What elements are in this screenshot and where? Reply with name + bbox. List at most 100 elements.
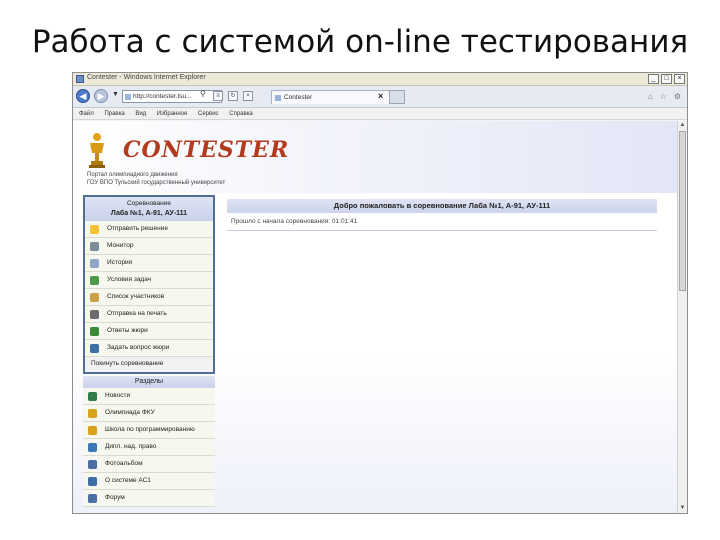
address-toolbar: ◀ ▶ ▼ http://contester.tsu... ⚲ ≡ ↻ × Co… xyxy=(73,86,687,108)
back-button[interactable]: ◀ xyxy=(76,89,90,103)
address-input[interactable]: http://contester.tsu... xyxy=(122,90,222,103)
competition-menu-item-3[interactable]: Условия задач xyxy=(85,272,213,289)
ie-app-icon xyxy=(76,75,84,83)
section-menu-item-1[interactable]: Олимпиада ФКУ xyxy=(83,405,215,422)
globe-icon xyxy=(88,392,97,401)
title-bar: Contester - Windows Internet Explorer _ … xyxy=(73,73,687,86)
competition-menu-item-label: Монитор xyxy=(107,242,134,249)
section-menu-item-label: О системе АС1 xyxy=(105,477,151,484)
leave-competition-link[interactable]: Покинуть соревнование xyxy=(85,357,213,372)
trophy-icon xyxy=(88,426,97,435)
menu-favorites[interactable]: Избранное xyxy=(157,111,187,117)
competition-menu-item-label: Условия задач xyxy=(107,276,152,283)
download-icon xyxy=(90,327,99,336)
trophy-icon xyxy=(89,133,105,168)
competition-menu-item-label: Отправить решение xyxy=(107,225,168,232)
browser-window: Contester - Windows Internet Explorer _ … xyxy=(72,72,688,514)
home-icon[interactable]: ⌂ xyxy=(648,92,653,101)
section-menu-item-2[interactable]: Школа по программированию xyxy=(83,422,215,439)
competition-panel: Соревнование Лаба №1, А-91, АУ-111 Отпра… xyxy=(83,195,215,374)
forward-button[interactable]: ▶ xyxy=(94,89,108,103)
site-favicon xyxy=(125,94,131,100)
address-value: http://contester.tsu... xyxy=(133,93,192,100)
menu-help[interactable]: Справка xyxy=(229,111,253,117)
camera-icon xyxy=(88,460,97,469)
minimize-button[interactable]: _ xyxy=(648,74,659,84)
section-menu-item-label: Новости xyxy=(105,392,131,399)
elapsed-time: Прошло с начала соревнования: 01:01:41 xyxy=(227,213,657,231)
competition-menu-item-label: История xyxy=(107,259,133,266)
left-sidebar: Соревнование Лаба №1, А-91, АУ-111 Отпра… xyxy=(83,195,215,507)
lightbulb-icon xyxy=(90,225,99,234)
menu-tools[interactable]: Сервис xyxy=(198,111,219,117)
slide-title: Работа с системой on-line тестирования xyxy=(31,24,689,60)
stop-icon[interactable]: × xyxy=(243,91,253,101)
maximize-button[interactable]: □ xyxy=(661,74,672,84)
site-logo[interactable]: CONTESTER xyxy=(123,137,289,163)
competition-header: Соревнование Лаба №1, А-91, АУ-111 xyxy=(85,197,213,221)
refresh-icon[interactable]: ↻ xyxy=(228,91,238,101)
history-dropdown-icon[interactable]: ▼ xyxy=(112,91,119,98)
help-icon xyxy=(88,477,97,486)
help-icon xyxy=(90,344,99,353)
competition-menu-item-5[interactable]: Отправка на печать xyxy=(85,306,213,323)
main-content: Добро пожаловать в соревнование Лаба №1,… xyxy=(227,199,657,231)
window-title: Contester - Windows Internet Explorer xyxy=(87,74,206,81)
tab-label: Contester xyxy=(284,94,313,101)
competition-menu-item-label: Список участников xyxy=(107,293,165,300)
site-header: CONTESTER Портал олимпиадного движения Г… xyxy=(73,121,677,193)
section-menu-item-0[interactable]: Новости xyxy=(83,388,215,405)
section-menu-item-label: Фотоальбом xyxy=(105,460,143,467)
chart-icon xyxy=(88,443,97,452)
tab-contester[interactable]: Contester xyxy=(271,90,391,104)
competition-menu-item-6[interactable]: Ответы жюри xyxy=(85,323,213,340)
subtitle-line-1: Портал олимпиадного движения xyxy=(87,172,178,178)
competition-menu-item-4[interactable]: Список участников xyxy=(85,289,213,306)
compatibility-icon[interactable]: ≡ xyxy=(213,91,223,101)
scroll-down-icon[interactable]: ▼ xyxy=(678,504,687,513)
tab-favicon xyxy=(275,95,281,101)
section-menu-item-label: Олимпиада ФКУ xyxy=(105,409,155,416)
new-tab-button[interactable] xyxy=(389,90,405,104)
competition-menu-item-label: Задать вопрос жюри xyxy=(107,344,170,351)
competition-heading: Соревнование xyxy=(126,200,172,207)
section-menu-item-6[interactable]: Форум xyxy=(83,490,215,507)
menu-file[interactable]: Файл xyxy=(79,111,94,117)
people-icon xyxy=(90,293,99,302)
site-subtitle: Портал олимпиадного движения ГОУ ВПО Тул… xyxy=(87,171,225,187)
printer-icon xyxy=(90,310,99,319)
competition-menu-item-label: Ответы жюри xyxy=(107,327,148,334)
vertical-scrollbar[interactable]: ▲ ▼ xyxy=(677,121,687,513)
page-viewport: CONTESTER Портал олимпиадного движения Г… xyxy=(73,121,677,513)
section-menu-item-5[interactable]: О системе АС1 xyxy=(83,473,215,490)
competition-menu-item-7[interactable]: Задать вопрос жюри xyxy=(85,340,213,357)
menu-edit[interactable]: Правка xyxy=(104,111,124,117)
section-menu-item-4[interactable]: Фотоальбом xyxy=(83,456,215,473)
favorites-star-icon[interactable]: ☆ xyxy=(660,92,667,101)
menu-view[interactable]: Вид xyxy=(135,111,146,117)
forum-icon xyxy=(88,494,97,503)
menu-bar: Файл Правка Вид Избранное Сервис Справка xyxy=(73,108,687,120)
competition-menu-item-2[interactable]: История xyxy=(85,255,213,272)
close-button[interactable]: × xyxy=(674,74,685,84)
competition-name: Лаба №1, А-91, АУ-111 xyxy=(110,210,188,217)
competition-menu-item-0[interactable]: Отправить решение xyxy=(85,221,213,238)
search-icon[interactable]: ⚲ xyxy=(200,89,206,98)
scroll-up-icon[interactable]: ▲ xyxy=(678,121,687,130)
tab-close-icon[interactable]: × xyxy=(378,91,383,101)
scrollbar-thumb[interactable] xyxy=(679,131,686,291)
sections-heading: Разделы xyxy=(83,376,215,388)
section-menu-item-3[interactable]: Дипл. над. право xyxy=(83,439,215,456)
subtitle-line-2: ГОУ ВПО Тульский государственный универс… xyxy=(87,180,226,186)
competition-menu-item-label: Отправка на печать xyxy=(107,310,167,317)
document-icon xyxy=(90,276,99,285)
section-menu-item-label: Дипл. над. право xyxy=(105,443,157,450)
welcome-banner: Добро пожаловать в соревнование Лаба №1,… xyxy=(227,199,657,213)
section-menu-item-label: Школа по программированию xyxy=(105,426,195,433)
monitor-icon xyxy=(90,242,99,251)
section-menu-item-label: Форум xyxy=(105,494,125,501)
tag-icon xyxy=(90,259,99,268)
competition-menu-item-1[interactable]: Монитор xyxy=(85,238,213,255)
tools-gear-icon[interactable]: ⚙ xyxy=(674,92,681,101)
trophy-icon xyxy=(88,409,97,418)
